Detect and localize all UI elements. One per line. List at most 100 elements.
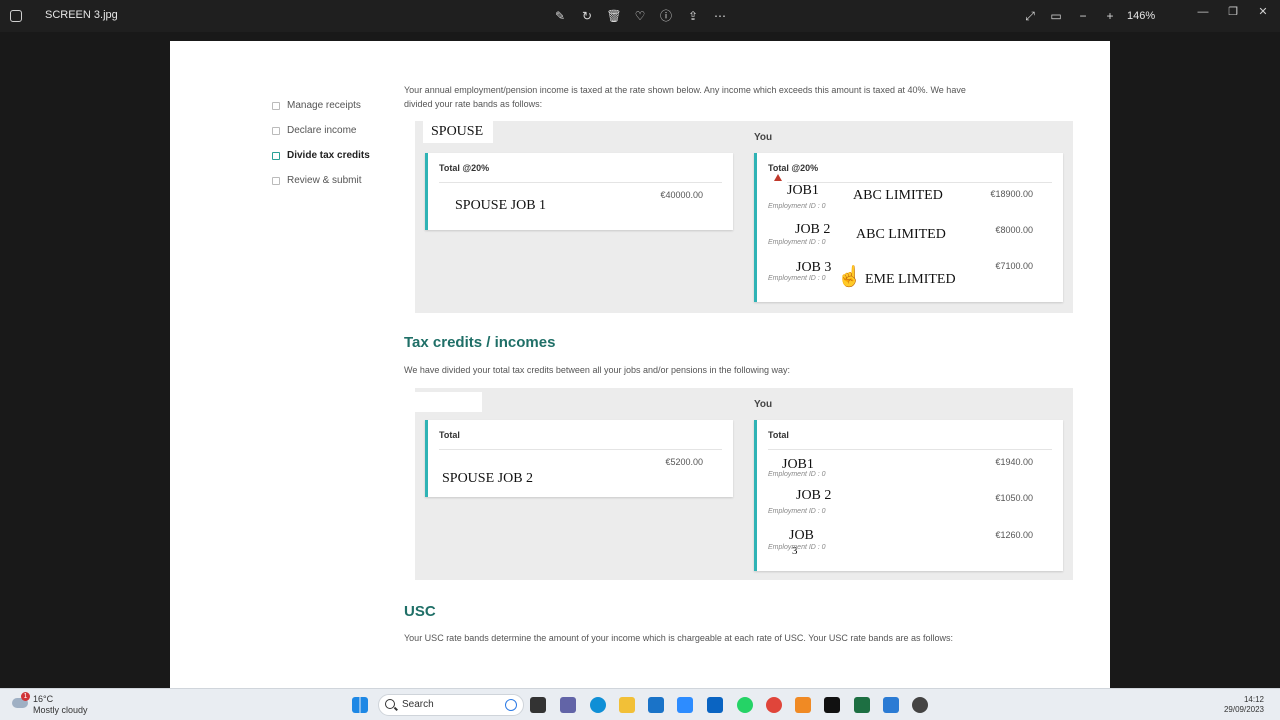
- outlook-icon[interactable]: [707, 697, 723, 713]
- hand-cursor-icon: ☝: [837, 266, 862, 288]
- spouse-credit-job-label: SPOUSE JOB 2: [442, 471, 534, 486]
- you-job-3-employer: EME LIMITED: [865, 272, 956, 287]
- rate-bands-panel: SPOUSE You Total @20% €40000.00 SPOUSE J…: [415, 121, 1073, 313]
- zoom-app-icon[interactable]: [677, 697, 693, 713]
- system-clock[interactable]: 14:12 29/09/2023: [1224, 695, 1264, 715]
- weather-condition: Mostly cloudy: [33, 705, 88, 715]
- spouse-rate-card: Total @20% €40000.00 SPOUSE JOB 1: [425, 153, 733, 230]
- clock-time: 14:12: [1243, 695, 1264, 704]
- spouse-credit-card: Total €5200.00 SPOUSE JOB 2: [425, 420, 733, 497]
- app-icon[interactable]: [912, 697, 928, 713]
- credit-job-3-amount: €1260.00: [995, 530, 1033, 540]
- caret-marker-icon: [774, 174, 782, 181]
- whatsapp-icon[interactable]: [737, 697, 753, 713]
- credit-job-2-label: JOB 2: [796, 488, 832, 503]
- employment-id: Employment ID : 0: [768, 544, 826, 551]
- info-icon[interactable]: ⓘ: [657, 7, 675, 25]
- you-credit-card: Total JOB1 Employment ID : 0 €1940.00 JO…: [754, 420, 1063, 571]
- favorite-icon[interactable]: ♡: [631, 7, 649, 25]
- chrome-icon[interactable]: [766, 697, 782, 713]
- spouse-credit-amount: €5200.00: [665, 457, 703, 467]
- photos-icon[interactable]: [883, 697, 899, 713]
- search-label: Search: [402, 699, 434, 710]
- step-review-submit[interactable]: Review & submit: [272, 168, 370, 193]
- fullscreen-icon[interactable]: ⤢: [1021, 7, 1039, 25]
- taskbar-search[interactable]: Search: [378, 694, 524, 716]
- zoom-in-icon[interactable]: +: [1101, 7, 1119, 25]
- step-checkbox: [272, 126, 280, 135]
- zoom-out-icon[interactable]: −: [1074, 7, 1092, 25]
- spouse-job-label: SPOUSE JOB 1: [455, 198, 547, 213]
- blank-label-box: [415, 392, 482, 412]
- zoom-level: 146%: [1127, 10, 1156, 22]
- you-rate-card: Total @20% JOB1 Employment ID : 0 ABC LI…: [754, 153, 1063, 302]
- employment-id: Employment ID : 0: [768, 508, 826, 515]
- taskbar: 1 16°C Mostly cloudy Search 14:12 29/09/…: [0, 688, 1280, 720]
- start-button-icon[interactable]: [352, 697, 368, 713]
- excel-icon[interactable]: [854, 697, 870, 713]
- tax-credits-text: We have divided your total tax credits b…: [404, 365, 791, 375]
- usc-title: USC: [404, 603, 436, 620]
- file-name: SCREEN 3.jpg: [45, 9, 118, 21]
- you-job-2-employer: ABC LIMITED: [856, 227, 946, 242]
- delete-icon[interactable]: 🗑: [605, 7, 623, 25]
- spouse-amount: €40000.00: [660, 190, 703, 200]
- copilot-icon[interactable]: [505, 699, 517, 711]
- you-job-3-amount: €7100.00: [995, 261, 1033, 271]
- step-manage-receipts[interactable]: Manage receipts: [272, 93, 370, 118]
- employment-id: Employment ID : 0: [768, 203, 826, 210]
- card-head: Total: [768, 430, 789, 440]
- spouse-label: SPOUSE: [431, 124, 484, 139]
- step-declare-income[interactable]: Declare income: [272, 118, 370, 143]
- you-job-2-amount: €8000.00: [995, 225, 1033, 235]
- step-checkbox: [272, 176, 280, 185]
- you-job-3-label: JOB 3: [796, 260, 832, 275]
- credit-job-3-label: JOB: [789, 528, 814, 543]
- card-head: Total @20%: [439, 163, 490, 173]
- document-page: Manage receipts Declare income Divide ta…: [170, 41, 1110, 688]
- share-icon[interactable]: ⇪: [684, 7, 702, 25]
- steps-nav: Manage receipts Declare income Divide ta…: [272, 93, 370, 193]
- title-bar: SCREEN 3.jpg ✎ ↻ 🗑 ♡ ⓘ ⇪ ⋯ ⤢ ▭ − + 146% …: [0, 0, 1280, 32]
- photos-app-icon: [10, 10, 22, 22]
- you-job-2-label: JOB 2: [795, 222, 831, 237]
- step-checkbox: [272, 151, 280, 160]
- task-view-icon[interactable]: [530, 697, 546, 713]
- divider: [768, 449, 1052, 450]
- you-job-1-employer: ABC LIMITED: [853, 188, 943, 203]
- credit-job-1-amount: €1940.00: [995, 457, 1033, 467]
- search-icon: [385, 699, 395, 709]
- divider: [439, 182, 722, 183]
- employment-id: Employment ID : 0: [768, 239, 826, 246]
- edit-image-icon[interactable]: ✎: [551, 7, 569, 25]
- snipping-tool-icon[interactable]: [795, 697, 811, 713]
- minimize-button[interactable]: —: [1192, 4, 1214, 20]
- clock-date: 29/09/2023: [1223, 705, 1264, 714]
- fit-window-icon[interactable]: ▭: [1047, 7, 1065, 25]
- tiktok-icon[interactable]: [824, 697, 840, 713]
- store-icon[interactable]: [648, 697, 664, 713]
- notification-badge: 1: [21, 692, 30, 701]
- you-job-1-amount: €18900.00: [990, 189, 1033, 199]
- employment-id: Employment ID : 0: [768, 275, 826, 282]
- close-button[interactable]: ✕: [1252, 4, 1274, 20]
- employment-id: Employment ID : 0: [768, 471, 826, 478]
- tax-credits-panel: You Total €5200.00 SPOUSE JOB 2 Total JO…: [415, 388, 1073, 580]
- divider: [439, 449, 722, 450]
- weather-temp: 16°C: [33, 694, 54, 704]
- divider: [787, 182, 1052, 183]
- you-label: You: [754, 399, 773, 410]
- teams-icon[interactable]: [560, 697, 576, 713]
- more-options-icon[interactable]: ⋯: [711, 7, 729, 25]
- edge-icon[interactable]: [590, 697, 606, 713]
- you-label: You: [754, 132, 773, 143]
- rotate-icon[interactable]: ↻: [578, 7, 596, 25]
- credit-job-2-amount: €1050.00: [995, 493, 1033, 503]
- card-head: Total: [439, 430, 460, 440]
- maximize-button[interactable]: ❐: [1222, 4, 1244, 20]
- you-job-1-label: JOB1: [787, 183, 819, 198]
- usc-text: Your USC rate bands determine the amount…: [404, 633, 953, 643]
- step-divide-tax-credits[interactable]: Divide tax credits: [272, 143, 370, 168]
- file-explorer-icon[interactable]: [619, 697, 635, 713]
- rate-bands-intro: Your annual employment/pension income is…: [404, 85, 966, 109]
